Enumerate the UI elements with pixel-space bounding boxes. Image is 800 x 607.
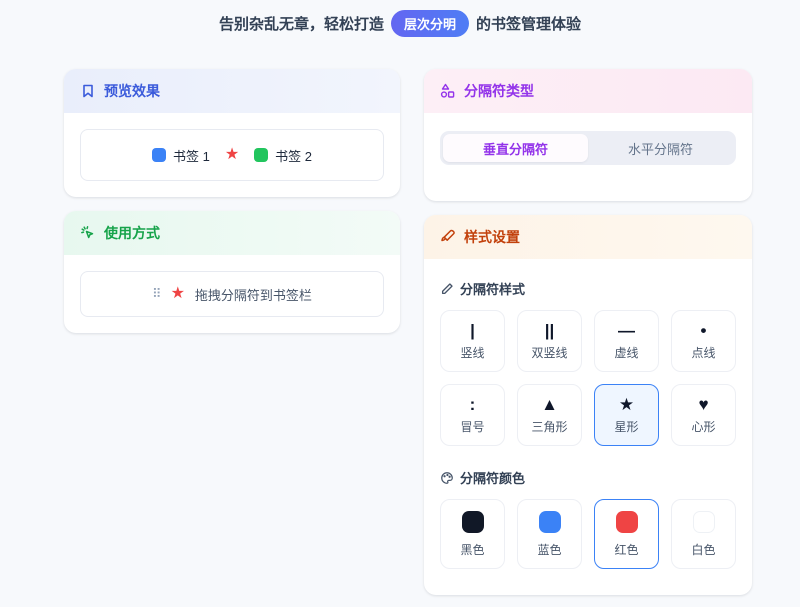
bookmark-favicon-green	[254, 148, 268, 162]
usage-card: 使用方式 ⠿ ★ 拖拽分隔符到书签栏	[64, 211, 400, 333]
headline-prefix: 告别杂乱无章，轻松打造	[219, 13, 384, 34]
colon-glyph: :	[470, 395, 476, 413]
page-headline: 告别杂乱无章，轻松打造 层次分明 的书签管理体验	[0, 0, 800, 37]
color-option-label: 红色	[614, 541, 638, 558]
preview-card-title: 预览效果	[104, 81, 160, 101]
style-settings-title: 样式设置	[464, 227, 520, 247]
drag-separator-row[interactable]: ⠿ ★ 拖拽分隔符到书签栏	[80, 271, 384, 317]
style-settings-body: 分隔符样式 | 竖线 || 双竖线 — 虚线	[424, 259, 752, 595]
dash-glyph: —	[618, 321, 635, 339]
star-separator-icon: ★	[171, 286, 185, 302]
main-content: 预览效果 书签 1 ★ 书签 2	[64, 69, 752, 595]
red-swatch	[616, 511, 638, 533]
style-option-double-line[interactable]: || 双竖线	[517, 310, 582, 372]
bookmark-bar-preview: 书签 1 ★ 书签 2	[80, 129, 384, 181]
tab-vertical-separator[interactable]: 垂直分隔符	[443, 134, 588, 162]
style-option-star[interactable]: ★ 星形	[594, 384, 659, 446]
bookmark-icon	[80, 83, 96, 99]
double-line-glyph: ||	[545, 321, 555, 339]
style-option-label: 双竖线	[531, 344, 567, 361]
style-option-vertical-line[interactable]: | 竖线	[440, 310, 505, 372]
separator-style-label: 分隔符样式	[460, 279, 525, 298]
style-option-dash[interactable]: — 虚线	[594, 310, 659, 372]
separator-style-grid: | 竖线 || 双竖线 — 虚线 • 点线	[440, 310, 736, 446]
star-glyph: ★	[619, 395, 634, 413]
dot-glyph: •	[701, 321, 707, 339]
drag-handle-icon[interactable]: ⠿	[152, 286, 161, 302]
separator-type-title: 分隔符类型	[464, 81, 534, 101]
bookmark-favicon-blue	[152, 148, 166, 162]
color-option-blue[interactable]: 蓝色	[517, 499, 582, 569]
usage-card-header: 使用方式	[64, 211, 400, 255]
preview-card-body: 书签 1 ★ 书签 2	[64, 113, 400, 197]
tab-horizontal-separator[interactable]: 水平分隔符	[588, 134, 733, 162]
style-option-label: 冒号	[460, 418, 484, 435]
style-option-label: 点线	[691, 344, 715, 361]
pen-icon	[440, 282, 454, 296]
separator-type-card: 分隔符类型 垂直分隔符 水平分隔符	[424, 69, 752, 201]
color-option-black[interactable]: 黑色	[440, 499, 505, 569]
separator-type-tabs: 垂直分隔符 水平分隔符	[440, 131, 736, 165]
white-swatch	[693, 511, 715, 533]
separator-color-grid: 黑色 蓝色 红色 白色	[440, 499, 736, 569]
color-option-label: 黑色	[460, 541, 484, 558]
paintbrush-icon	[440, 229, 456, 245]
preview-card: 预览效果 书签 1 ★ 书签 2	[64, 69, 400, 197]
separator-type-header: 分隔符类型	[424, 69, 752, 113]
style-option-label: 竖线	[460, 344, 484, 361]
style-option-label: 三角形	[531, 418, 567, 435]
usage-card-title: 使用方式	[104, 223, 160, 243]
style-option-label: 虚线	[614, 344, 638, 361]
color-option-label: 白色	[691, 541, 715, 558]
separator-color-label: 分隔符颜色	[460, 468, 525, 487]
right-column: 分隔符类型 垂直分隔符 水平分隔符 样式设置	[424, 69, 752, 595]
star-separator-icon: ★	[225, 147, 239, 163]
left-column: 预览效果 书签 1 ★ 书签 2	[64, 69, 400, 333]
bookmark-2-label: 书签 2	[275, 146, 312, 165]
palette-icon	[440, 471, 454, 485]
blue-swatch	[539, 511, 561, 533]
heart-glyph: ♥	[698, 395, 708, 413]
style-settings-card: 样式设置 分隔符样式 | 竖线 || 双竖线	[424, 215, 752, 595]
shapes-icon	[440, 83, 456, 99]
style-option-label: 星形	[614, 418, 638, 435]
triangle-glyph: ▲	[541, 395, 558, 413]
separator-color-section: 分隔符颜色	[440, 468, 736, 487]
style-option-dot[interactable]: • 点线	[671, 310, 736, 372]
separator-type-body: 垂直分隔符 水平分隔符	[424, 113, 752, 201]
bookmark-item-1: 书签 1	[152, 146, 210, 165]
headline-suffix: 的书签管理体验	[476, 13, 581, 34]
style-option-colon[interactable]: : 冒号	[440, 384, 505, 446]
bookmark-1-label: 书签 1	[173, 146, 210, 165]
color-option-white[interactable]: 白色	[671, 499, 736, 569]
color-option-label: 蓝色	[537, 541, 561, 558]
preview-card-header: 预览效果	[64, 69, 400, 113]
black-swatch	[462, 511, 484, 533]
cursor-click-icon	[80, 225, 96, 241]
color-option-red[interactable]: 红色	[594, 499, 659, 569]
headline-badge: 层次分明	[391, 10, 469, 37]
separator-style-section: 分隔符样式	[440, 279, 736, 298]
bookmark-item-2: 书签 2	[254, 146, 312, 165]
style-option-triangle[interactable]: ▲ 三角形	[517, 384, 582, 446]
drag-hint-text: 拖拽分隔符到书签栏	[195, 285, 312, 304]
vertical-line-glyph: |	[470, 321, 475, 339]
usage-card-body: ⠿ ★ 拖拽分隔符到书签栏	[64, 255, 400, 333]
style-option-heart[interactable]: ♥ 心形	[671, 384, 736, 446]
style-settings-header: 样式设置	[424, 215, 752, 259]
style-option-label: 心形	[691, 418, 715, 435]
